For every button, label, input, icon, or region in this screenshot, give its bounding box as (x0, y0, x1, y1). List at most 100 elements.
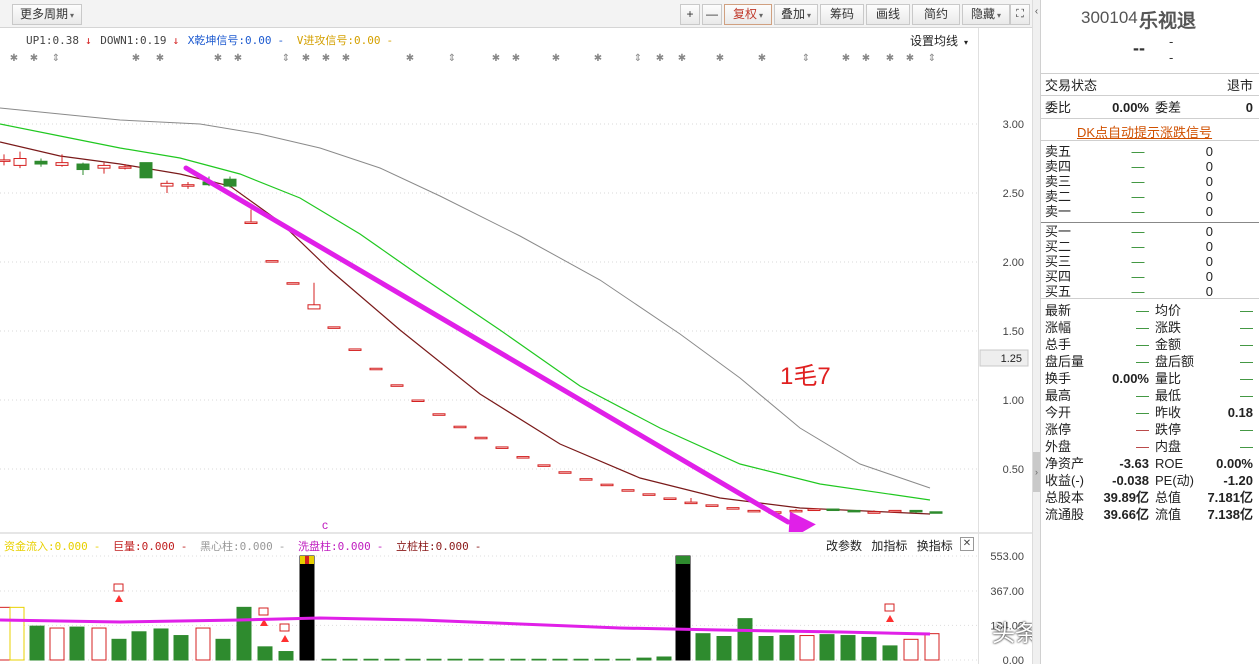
signal-star: ✱ (678, 53, 686, 64)
stat-label: 今开 (1045, 405, 1072, 420)
hide-label: 隐藏 (970, 7, 995, 21)
order-price: — (1131, 269, 1145, 284)
stat-label: 外盘 (1045, 439, 1072, 454)
triangle-up-icon (281, 635, 289, 642)
order-price: — (1131, 284, 1145, 299)
stat-label: 涨幅 (1045, 320, 1072, 335)
volume-bar (799, 635, 815, 661)
volume-bar (675, 555, 691, 661)
signal-star: ✱ (842, 53, 850, 64)
volume-bar (468, 658, 484, 661)
order-level-label: 买三 (1045, 254, 1072, 269)
candle-body (307, 304, 321, 310)
draw-line-button[interactable]: 画线 (866, 4, 910, 25)
adjust-rights-button[interactable]: 复权 ▾ (724, 4, 772, 25)
candle-body (826, 508, 840, 512)
overlay-button[interactable]: 叠加 ▾ (774, 4, 818, 25)
candle-body (929, 511, 943, 514)
order-level-label: 买五 (1045, 284, 1072, 299)
candle-body (789, 509, 803, 513)
chevron-right-icon[interactable]: › (1033, 452, 1040, 492)
chips-button[interactable]: 筹码 (820, 4, 864, 25)
volume-bar (363, 658, 379, 661)
volume-bar (840, 635, 856, 661)
chevron-down-icon: ▾ (759, 11, 764, 20)
stat-value: 39.66亿 (1103, 507, 1149, 522)
volume-chart[interactable]: 553.00367.00184.000.00 (0, 535, 1032, 664)
candle-body (390, 384, 404, 387)
zoom-in-button[interactable]: + (680, 4, 700, 25)
price-tick-label: 1.00 (1003, 395, 1024, 407)
signal-star: ✱ (552, 53, 560, 64)
order-book-row: 卖五 — 0 (1043, 144, 1257, 159)
candle-body (76, 163, 90, 171)
candle-body (642, 493, 656, 496)
order-volume: 0 (1205, 254, 1213, 269)
stat-value: 0.18 (1227, 405, 1253, 420)
candle-body (453, 425, 467, 429)
quote-stat-row: 外盘 — 内盘 — (1043, 438, 1257, 455)
candlestick-chart[interactable]: ✱ ✱ ⇕ ✱ ✱ ✱ ✱ ⇕ ✱ ✱ ✱ ✱ ⇕ ✱ ✱ ✱ ✱ ⇕ ✱ ✱ ✱ ✱ ⇕ ✱ ✱ ✱ ✱ ⇕ 3.00 2.50 2.0… (0, 28, 1032, 533)
price-tick-label: 0.50 (1003, 464, 1024, 476)
volume-bar (257, 646, 273, 661)
candle-body (807, 508, 821, 512)
candle-body (244, 221, 258, 224)
hide-button[interactable]: 隐藏 ▾ (962, 4, 1010, 25)
flag-icon (279, 623, 290, 632)
signal-star: ⇕ (928, 53, 936, 64)
signal-star: ✱ (322, 53, 330, 64)
signal-star-row: ✱ ✱ ⇕ ✱ ✱ ✱ ✱ ⇕ ✱ ✱ ✱ ✱ ⇕ ✱ ✱ ✱ ✱ ⇕ ✱ ✱ ✱ ✱ ⇕ ✱ ✱ ✱ ✱ ⇕ (10, 53, 936, 64)
quote-stat-row: 最新 — 均价 — (1043, 302, 1257, 319)
candle-body (223, 178, 237, 187)
stat-value: 0.00% (1216, 456, 1253, 471)
fullscreen-icon[interactable]: ⛶ (1010, 4, 1030, 25)
stat-value: — (1136, 405, 1149, 420)
quote-stat-row: 总股本 39.89亿 总值 7.181亿 (1043, 489, 1257, 506)
volume-tick-label: 367.00 (990, 586, 1024, 598)
stat-value: — (1240, 337, 1253, 352)
volume-bar (111, 638, 127, 661)
panel-collapse-handle[interactable]: ‹ › (1032, 0, 1040, 664)
volume-bar (299, 555, 315, 661)
stat-label: PE(动) (1155, 473, 1195, 488)
order-level-label: 卖三 (1045, 174, 1072, 189)
order-book-row: 卖二 — 0 (1043, 189, 1257, 204)
volume-bar (903, 638, 919, 661)
candle-body (160, 182, 174, 187)
signal-star: ✱ (156, 53, 164, 64)
stat-label: 昨收 (1155, 405, 1182, 420)
order-book-row: 买五 — 0 (1043, 284, 1257, 299)
panel-divider[interactable] (0, 532, 1032, 534)
order-volume: 0 (1205, 159, 1213, 174)
signal-star: ✱ (512, 53, 520, 64)
more-period-label: 更多周期 (19, 7, 68, 21)
signal-star: ⇕ (634, 53, 642, 64)
candle-body (495, 446, 509, 449)
more-period-dropdown[interactable]: 更多周期 ▾ (12, 4, 82, 25)
quote-stat-row: 收益(-) -0.038 PE(动) -1.20 (1043, 472, 1257, 489)
simple-mode-button[interactable]: 简约 (912, 4, 960, 25)
price-tick-label: 2.00 (1003, 257, 1024, 269)
candle-body (847, 509, 861, 513)
volume-bar (49, 627, 65, 661)
latest-price: -- (1133, 38, 1145, 58)
candle-body (327, 326, 341, 329)
ma-line (0, 123, 931, 501)
candle-body (579, 478, 593, 481)
zoom-out-button[interactable]: — (702, 4, 722, 25)
volume-tick-label: 0.00 (1003, 655, 1024, 664)
volume-bar (29, 625, 45, 661)
order-ratio-value: 0.00% (1112, 100, 1149, 115)
candle-body (369, 367, 383, 371)
signal-star: ✱ (862, 53, 870, 64)
order-price: — (1131, 204, 1145, 219)
volume-bar (552, 658, 568, 661)
signal-marker: c (322, 518, 328, 532)
volume-bar (882, 645, 898, 661)
order-book-row: 卖一 — 0 (1043, 204, 1257, 219)
volume-bar (342, 658, 358, 661)
chart-toolbar: 更多周期 ▾ + — 复权 ▾ 叠加 ▾ 筹码 画线 简约 隐藏 ▾ ⛶ (0, 0, 1032, 28)
candles (0, 151, 943, 514)
dk-signal-link[interactable]: DK点自动提示涨跌信号 (1077, 122, 1212, 141)
chevron-left-icon[interactable]: ‹ (1033, 6, 1040, 17)
